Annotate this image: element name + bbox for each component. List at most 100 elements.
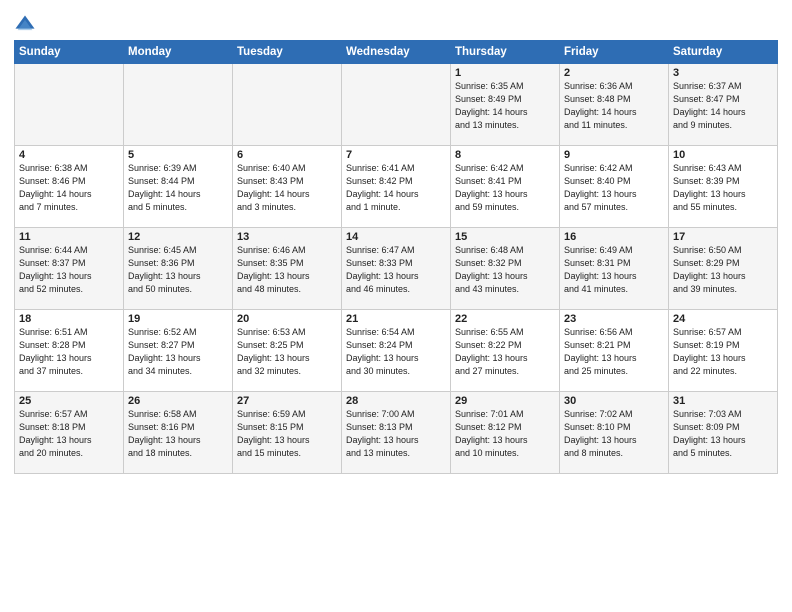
- day-number: 27: [237, 395, 337, 407]
- calendar-cell: 20Sunrise: 6:53 AM Sunset: 8:25 PM Dayli…: [233, 310, 342, 392]
- day-number: 3: [673, 67, 773, 79]
- calendar-cell: 25Sunrise: 6:57 AM Sunset: 8:18 PM Dayli…: [15, 392, 124, 474]
- calendar-cell: 12Sunrise: 6:45 AM Sunset: 8:36 PM Dayli…: [124, 228, 233, 310]
- day-number: 26: [128, 395, 228, 407]
- header-cell-sunday: Sunday: [15, 41, 124, 64]
- day-info: Sunrise: 6:41 AM Sunset: 8:42 PM Dayligh…: [346, 162, 446, 214]
- day-number: 17: [673, 231, 773, 243]
- calendar-cell: 3Sunrise: 6:37 AM Sunset: 8:47 PM Daylig…: [669, 64, 778, 146]
- calendar-table: SundayMondayTuesdayWednesdayThursdayFrid…: [14, 40, 778, 474]
- day-number: 12: [128, 231, 228, 243]
- header-cell-monday: Monday: [124, 41, 233, 64]
- day-number: 18: [19, 313, 119, 325]
- week-row-2: 11Sunrise: 6:44 AM Sunset: 8:37 PM Dayli…: [15, 228, 778, 310]
- calendar-cell: 5Sunrise: 6:39 AM Sunset: 8:44 PM Daylig…: [124, 146, 233, 228]
- header-cell-friday: Friday: [560, 41, 669, 64]
- calendar-cell: 29Sunrise: 7:01 AM Sunset: 8:12 PM Dayli…: [451, 392, 560, 474]
- calendar-cell: 9Sunrise: 6:42 AM Sunset: 8:40 PM Daylig…: [560, 146, 669, 228]
- calendar-cell: 4Sunrise: 6:38 AM Sunset: 8:46 PM Daylig…: [15, 146, 124, 228]
- calendar-cell: [342, 64, 451, 146]
- day-info: Sunrise: 6:43 AM Sunset: 8:39 PM Dayligh…: [673, 162, 773, 214]
- day-info: Sunrise: 7:00 AM Sunset: 8:13 PM Dayligh…: [346, 408, 446, 460]
- calendar-cell: 17Sunrise: 6:50 AM Sunset: 8:29 PM Dayli…: [669, 228, 778, 310]
- day-number: 19: [128, 313, 228, 325]
- day-info: Sunrise: 6:42 AM Sunset: 8:40 PM Dayligh…: [564, 162, 664, 214]
- day-number: 13: [237, 231, 337, 243]
- day-info: Sunrise: 6:59 AM Sunset: 8:15 PM Dayligh…: [237, 408, 337, 460]
- calendar-cell: 11Sunrise: 6:44 AM Sunset: 8:37 PM Dayli…: [15, 228, 124, 310]
- day-info: Sunrise: 6:42 AM Sunset: 8:41 PM Dayligh…: [455, 162, 555, 214]
- week-row-3: 18Sunrise: 6:51 AM Sunset: 8:28 PM Dayli…: [15, 310, 778, 392]
- week-row-4: 25Sunrise: 6:57 AM Sunset: 8:18 PM Dayli…: [15, 392, 778, 474]
- header-cell-tuesday: Tuesday: [233, 41, 342, 64]
- header-row: [14, 10, 778, 36]
- header-cell-thursday: Thursday: [451, 41, 560, 64]
- day-info: Sunrise: 6:40 AM Sunset: 8:43 PM Dayligh…: [237, 162, 337, 214]
- calendar-cell: 18Sunrise: 6:51 AM Sunset: 8:28 PM Dayli…: [15, 310, 124, 392]
- day-info: Sunrise: 6:56 AM Sunset: 8:21 PM Dayligh…: [564, 326, 664, 378]
- calendar-cell: 22Sunrise: 6:55 AM Sunset: 8:22 PM Dayli…: [451, 310, 560, 392]
- day-number: 9: [564, 149, 664, 161]
- day-info: Sunrise: 6:45 AM Sunset: 8:36 PM Dayligh…: [128, 244, 228, 296]
- day-number: 1: [455, 67, 555, 79]
- day-number: 22: [455, 313, 555, 325]
- calendar-cell: 7Sunrise: 6:41 AM Sunset: 8:42 PM Daylig…: [342, 146, 451, 228]
- day-number: 31: [673, 395, 773, 407]
- week-row-1: 4Sunrise: 6:38 AM Sunset: 8:46 PM Daylig…: [15, 146, 778, 228]
- calendar-cell: 8Sunrise: 6:42 AM Sunset: 8:41 PM Daylig…: [451, 146, 560, 228]
- calendar-cell: 26Sunrise: 6:58 AM Sunset: 8:16 PM Dayli…: [124, 392, 233, 474]
- calendar-cell: 31Sunrise: 7:03 AM Sunset: 8:09 PM Dayli…: [669, 392, 778, 474]
- day-info: Sunrise: 6:38 AM Sunset: 8:46 PM Dayligh…: [19, 162, 119, 214]
- calendar-cell: [233, 64, 342, 146]
- calendar-cell: 19Sunrise: 6:52 AM Sunset: 8:27 PM Dayli…: [124, 310, 233, 392]
- calendar-cell: 15Sunrise: 6:48 AM Sunset: 8:32 PM Dayli…: [451, 228, 560, 310]
- calendar-cell: 24Sunrise: 6:57 AM Sunset: 8:19 PM Dayli…: [669, 310, 778, 392]
- header-cell-saturday: Saturday: [669, 41, 778, 64]
- day-info: Sunrise: 6:46 AM Sunset: 8:35 PM Dayligh…: [237, 244, 337, 296]
- logo: [14, 14, 38, 36]
- calendar-cell: 27Sunrise: 6:59 AM Sunset: 8:15 PM Dayli…: [233, 392, 342, 474]
- day-info: Sunrise: 6:49 AM Sunset: 8:31 PM Dayligh…: [564, 244, 664, 296]
- day-number: 20: [237, 313, 337, 325]
- day-info: Sunrise: 6:53 AM Sunset: 8:25 PM Dayligh…: [237, 326, 337, 378]
- day-info: Sunrise: 6:54 AM Sunset: 8:24 PM Dayligh…: [346, 326, 446, 378]
- day-info: Sunrise: 6:57 AM Sunset: 8:18 PM Dayligh…: [19, 408, 119, 460]
- day-info: Sunrise: 6:55 AM Sunset: 8:22 PM Dayligh…: [455, 326, 555, 378]
- day-info: Sunrise: 6:48 AM Sunset: 8:32 PM Dayligh…: [455, 244, 555, 296]
- day-number: 28: [346, 395, 446, 407]
- day-info: Sunrise: 6:37 AM Sunset: 8:47 PM Dayligh…: [673, 80, 773, 132]
- day-info: Sunrise: 6:51 AM Sunset: 8:28 PM Dayligh…: [19, 326, 119, 378]
- day-info: Sunrise: 6:57 AM Sunset: 8:19 PM Dayligh…: [673, 326, 773, 378]
- day-info: Sunrise: 6:50 AM Sunset: 8:29 PM Dayligh…: [673, 244, 773, 296]
- calendar-cell: 28Sunrise: 7:00 AM Sunset: 8:13 PM Dayli…: [342, 392, 451, 474]
- calendar-cell: [15, 64, 124, 146]
- day-info: Sunrise: 7:02 AM Sunset: 8:10 PM Dayligh…: [564, 408, 664, 460]
- calendar-cell: [124, 64, 233, 146]
- day-info: Sunrise: 6:35 AM Sunset: 8:49 PM Dayligh…: [455, 80, 555, 132]
- calendar-cell: 2Sunrise: 6:36 AM Sunset: 8:48 PM Daylig…: [560, 64, 669, 146]
- day-number: 5: [128, 149, 228, 161]
- day-number: 10: [673, 149, 773, 161]
- day-info: Sunrise: 7:01 AM Sunset: 8:12 PM Dayligh…: [455, 408, 555, 460]
- header-row-days: SundayMondayTuesdayWednesdayThursdayFrid…: [15, 41, 778, 64]
- day-info: Sunrise: 7:03 AM Sunset: 8:09 PM Dayligh…: [673, 408, 773, 460]
- calendar-cell: 21Sunrise: 6:54 AM Sunset: 8:24 PM Dayli…: [342, 310, 451, 392]
- day-number: 16: [564, 231, 664, 243]
- day-info: Sunrise: 6:39 AM Sunset: 8:44 PM Dayligh…: [128, 162, 228, 214]
- day-info: Sunrise: 6:58 AM Sunset: 8:16 PM Dayligh…: [128, 408, 228, 460]
- calendar-cell: 6Sunrise: 6:40 AM Sunset: 8:43 PM Daylig…: [233, 146, 342, 228]
- calendar-body: 1Sunrise: 6:35 AM Sunset: 8:49 PM Daylig…: [15, 64, 778, 474]
- day-number: 7: [346, 149, 446, 161]
- page-container: SundayMondayTuesdayWednesdayThursdayFrid…: [0, 0, 792, 482]
- calendar-cell: 13Sunrise: 6:46 AM Sunset: 8:35 PM Dayli…: [233, 228, 342, 310]
- day-number: 25: [19, 395, 119, 407]
- calendar-header: SundayMondayTuesdayWednesdayThursdayFrid…: [15, 41, 778, 64]
- day-info: Sunrise: 6:44 AM Sunset: 8:37 PM Dayligh…: [19, 244, 119, 296]
- header-cell-wednesday: Wednesday: [342, 41, 451, 64]
- calendar-cell: 10Sunrise: 6:43 AM Sunset: 8:39 PM Dayli…: [669, 146, 778, 228]
- day-number: 4: [19, 149, 119, 161]
- day-number: 14: [346, 231, 446, 243]
- day-number: 29: [455, 395, 555, 407]
- day-number: 11: [19, 231, 119, 243]
- day-number: 24: [673, 313, 773, 325]
